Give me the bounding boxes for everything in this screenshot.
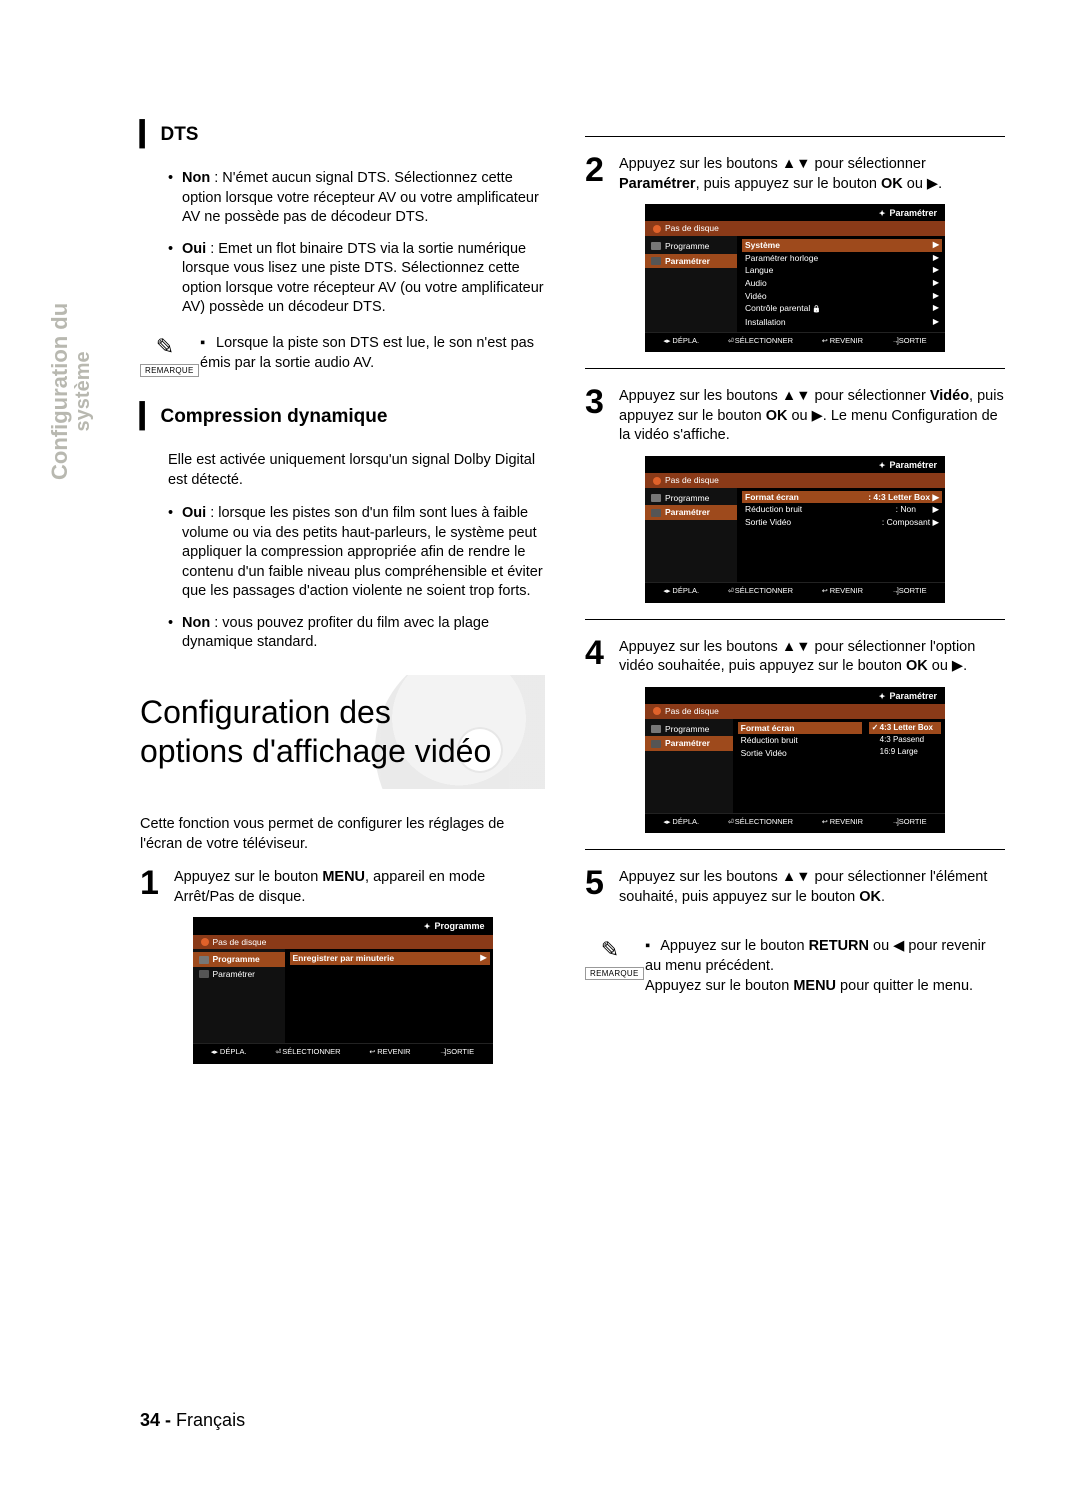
- osd-screenshot-format-options: Paramétrer Pas de disque Programme Param…: [645, 687, 945, 834]
- return-menu-note: ✎ REMARQUE ▪ Appuyez sur le bouton RETUR…: [585, 937, 1005, 996]
- step-4: 4 Appuyez sur les boutons ▲▼ pour sélect…: [585, 638, 1005, 677]
- note-icon: ✎: [585, 937, 635, 963]
- compression-intro: Elle est activée uniquement lorsqu'un si…: [168, 451, 545, 490]
- dts-option-oui: • Oui : Emet un ﬂot binaire DTS via la s…: [168, 240, 545, 318]
- video-config-intro: Cette fonction vous permet de conﬁgurer …: [140, 815, 545, 854]
- page-footer: 34 - Français: [140, 1410, 245, 1431]
- step-2: 2 Appuyez sur les boutons ▲▼ pour sélect…: [585, 155, 1005, 194]
- dts-note: ✎ REMARQUE ▪ Lorsque la piste son DTS es…: [140, 334, 545, 378]
- step-5: 5 Appuyez sur les boutons ▲▼ pour sélect…: [585, 868, 1005, 907]
- step-1: 1 Appuyez sur le bouton MENU, appareil e…: [140, 868, 545, 907]
- section-side-tab: Conﬁguration du système: [48, 303, 94, 480]
- note-label: REMARQUE: [585, 967, 644, 980]
- osd-screenshot-video-menu: Paramétrer Pas de disque Programme Param…: [645, 456, 945, 603]
- note-icon: ✎: [140, 334, 190, 360]
- compression-option-non: • Non : vous pouvez proﬁter du ﬁlm avec …: [168, 614, 545, 653]
- main-title: Conﬁguration des options d'afﬁchage vidé…: [130, 675, 545, 789]
- osd-screenshot-parametrer-menu: Paramétrer Pas de disque Programme Param…: [645, 204, 945, 352]
- note-label: REMARQUE: [140, 364, 199, 377]
- heading-dts: DTS: [140, 120, 545, 149]
- compression-option-oui: • Oui : lorsque les pistes son d'un ﬁlm …: [168, 504, 545, 602]
- osd-screenshot-programme: Programme Pas de disque Programme Paramé…: [193, 917, 493, 1064]
- heading-compression: Compression dynamique: [140, 402, 545, 431]
- step-3: 3 Appuyez sur les boutons ▲▼ pour sélect…: [585, 387, 1005, 446]
- dts-option-non: • Non : N'émet aucun signal DTS. Sélecti…: [168, 169, 545, 228]
